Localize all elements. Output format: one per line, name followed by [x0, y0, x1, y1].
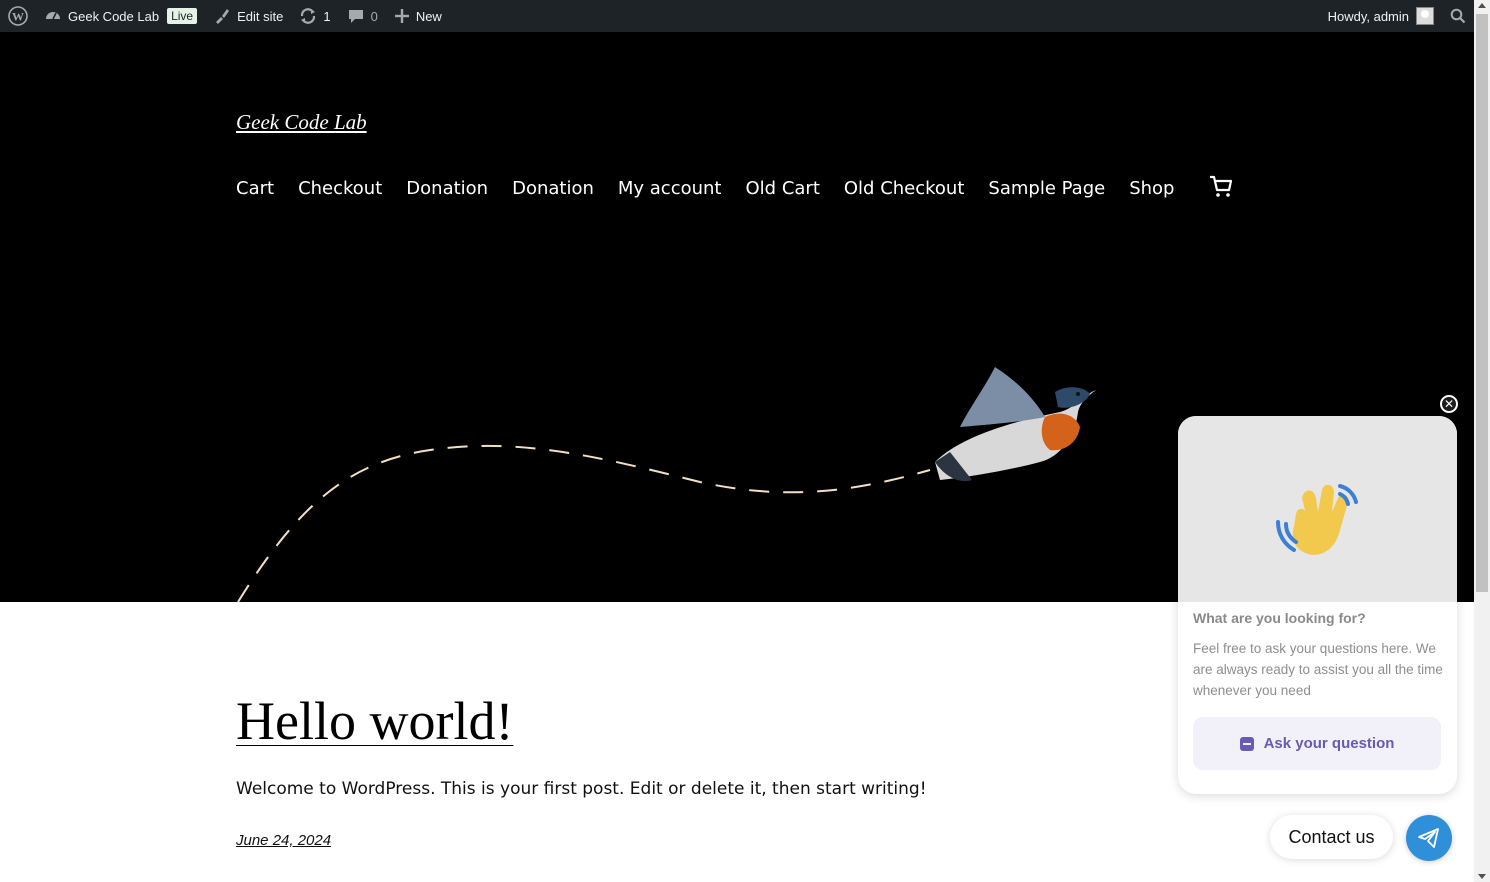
site-name-label: Geek Code Lab [68, 8, 160, 24]
contact-us-label[interactable]: Contact us [1270, 815, 1393, 859]
update-icon [301, 8, 316, 24]
post-title-link[interactable]: Hello world! [236, 690, 513, 752]
avatar [1416, 7, 1434, 25]
dashboard-icon [46, 12, 60, 20]
svg-text:W: W [12, 10, 24, 24]
chat-header [1178, 416, 1457, 602]
my-account-menu[interactable]: Howdy, admin [1320, 0, 1442, 32]
nav-item-old-cart[interactable]: Old Cart [746, 178, 820, 199]
post-date-link[interactable]: June 24, 2024 [236, 832, 331, 849]
updates-button[interactable]: 1 [291, 0, 338, 32]
nav-item-old-checkout[interactable]: Old Checkout [844, 178, 965, 199]
chat-heading: What are you looking for? [1193, 610, 1366, 626]
close-icon: ✕ [1443, 397, 1455, 411]
site-title-link[interactable]: Geek Code Lab [236, 110, 367, 135]
nav-item-shop[interactable]: Shop [1129, 178, 1174, 199]
wordpress-icon: W [8, 6, 28, 26]
new-label: New [415, 8, 442, 24]
chat-body: Feel free to ask your questions here. We… [1193, 641, 1443, 698]
brush-icon [216, 9, 230, 24]
nav-item-my-account[interactable]: My account [618, 178, 722, 199]
chat-bubble-icon [1239, 736, 1254, 751]
edit-site-label: Edit site [237, 8, 284, 24]
comment-icon [348, 10, 363, 23]
mini-cart-button[interactable] [1208, 173, 1234, 204]
nav-item-cart[interactable]: Cart [236, 178, 274, 199]
ask-question-button[interactable]: Ask your question [1193, 717, 1441, 770]
nav-item-checkout[interactable]: Checkout [298, 178, 382, 199]
chat-widget-card: What are you looking for? Feel free to a… [1178, 416, 1457, 794]
site-name-menu[interactable]: Geek Code Lab Live [36, 0, 205, 32]
nav-item-sample-page[interactable]: Sample Page [988, 178, 1105, 199]
comments-count: 0 [370, 8, 378, 24]
wordpress-logo-menu[interactable]: W [0, 0, 36, 32]
ask-question-label: Ask your question [1263, 735, 1395, 752]
page-scrollbar[interactable] [1474, 0, 1490, 882]
admin-search-button[interactable] [1442, 0, 1474, 32]
post-excerpt: Welcome to WordPress. This is your first… [236, 779, 927, 799]
chat-close-button[interactable]: ✕ [1440, 395, 1458, 413]
bird-icon [935, 367, 1096, 482]
edit-site-button[interactable]: Edit site [205, 0, 291, 32]
contact-us-button[interactable] [1406, 815, 1452, 861]
waving-hand-icon [1276, 484, 1358, 555]
updates-count: 1 [323, 8, 331, 24]
admin-bar: W Geek Code Lab Live Edit site 1 0 New H… [0, 0, 1474, 32]
comments-button[interactable]: 0 [339, 0, 386, 32]
primary-navigation: Cart Checkout Donation Donation My accou… [236, 173, 1234, 204]
scroll-up-icon[interactable] [1478, 3, 1486, 8]
nav-item-donation[interactable]: Donation [406, 178, 488, 199]
scroll-thumb[interactable] [1476, 14, 1488, 592]
cart-icon [1210, 175, 1233, 197]
nav-item-donation-2[interactable]: Donation [512, 178, 594, 199]
telegram-send-icon [1418, 828, 1439, 848]
plus-icon [394, 9, 409, 23]
search-icon [1450, 8, 1466, 24]
live-badge: Live [167, 8, 198, 24]
scroll-down-icon[interactable] [1478, 874, 1486, 879]
new-content-button[interactable]: New [386, 0, 450, 32]
howdy-label: Howdy, admin [1327, 8, 1409, 24]
